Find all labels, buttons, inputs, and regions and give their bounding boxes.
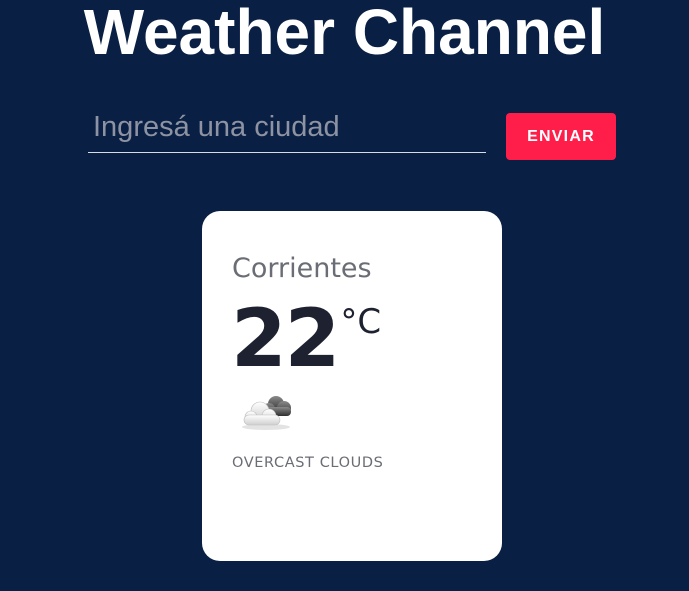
city-search-form: ENVIAR: [88, 108, 618, 160]
city-search-input[interactable]: [88, 108, 486, 153]
city-name: Corrientes: [232, 253, 372, 284]
temperature-unit: °C: [340, 302, 382, 342]
weather-description: OVERCAST CLOUDS: [232, 455, 384, 471]
temperature-display: 22°C: [231, 299, 381, 379]
submit-button[interactable]: ENVIAR: [506, 113, 616, 160]
weather-card: Corrientes 22°C OVERCAST CLOUDS: [202, 211, 502, 561]
overcast-clouds-icon: [242, 396, 291, 430]
temperature-value: 22: [231, 292, 340, 385]
page-title: Weather Channel: [83, 0, 606, 68]
